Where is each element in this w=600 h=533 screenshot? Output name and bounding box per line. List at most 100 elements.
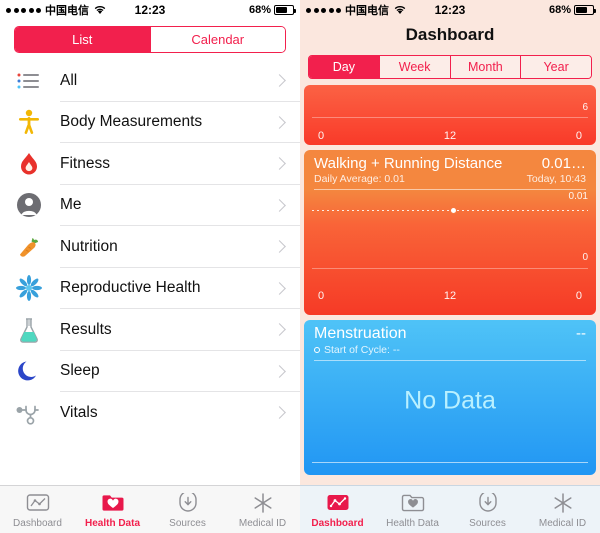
list-item-label: Me [60, 196, 82, 214]
person-silhouette-icon [12, 190, 46, 220]
chevron-right-icon [273, 198, 286, 212]
card-subtitle-wrap: Start of Cycle: -- [314, 344, 586, 356]
chevron-right-icon [273, 364, 286, 378]
tab-label: Sources [169, 517, 206, 529]
list-item-body-measurements[interactable]: Body Measurements [0, 102, 300, 144]
chevron-right-icon [273, 323, 286, 337]
card-walking-running-distance[interactable]: Walking + Running Distance 0.01… Daily A… [304, 150, 596, 315]
card-subtitle: Start of Cycle: -- [324, 344, 400, 356]
tab-label: Dashboard [13, 517, 62, 529]
chevron-right-icon [273, 74, 286, 88]
chart-icon [26, 491, 50, 515]
card-menstruation[interactable]: Menstruation -- Start of Cycle: -- No Da… [304, 320, 596, 475]
axis-line [312, 462, 588, 463]
list-item-results[interactable]: Results [0, 309, 300, 351]
list-calendar-segmented-control[interactable]: List Calendar [14, 26, 286, 53]
card-partial-top[interactable]: 6 0 12 0 [304, 85, 596, 145]
list-item-label: Body Measurements [60, 113, 203, 131]
x-tick-0: 0 [318, 130, 325, 142]
list-item-label: Reproductive Health [60, 279, 201, 297]
segment-calendar[interactable]: Calendar [149, 27, 285, 52]
flame-icon [12, 149, 46, 179]
card-subtitle: Daily Average: 0.01 [314, 173, 405, 185]
battery-status: 68% [548, 4, 596, 16]
tab-health-data[interactable]: Health Data [375, 491, 450, 529]
list-item-label: Vitals [60, 403, 98, 421]
dashboard-cards: 6 0 12 0 Walking + Running Distance 0.01… [300, 85, 600, 475]
wifi-icon [394, 5, 406, 15]
tab-medical-id[interactable]: Medical ID [225, 491, 300, 529]
list-item-fitness[interactable]: Fitness [0, 143, 300, 185]
tab-bar-right: Dashboard Health Data Sources Medical ID [300, 485, 600, 533]
x-tick-1: 12 [443, 130, 457, 142]
cycle-marker-icon [314, 347, 320, 354]
segment-week[interactable]: Week [378, 56, 450, 78]
list-item-reproductive-health[interactable]: Reproductive Health [0, 268, 300, 310]
asterisk-icon [551, 491, 575, 515]
tab-dashboard[interactable]: Dashboard [0, 491, 75, 529]
body-figure-icon [12, 107, 46, 137]
battery-percent-label: 68% [548, 4, 571, 16]
tab-dashboard[interactable]: Dashboard [300, 491, 375, 529]
list-item-label: All [60, 71, 78, 89]
x-tick-2: 0 [575, 290, 582, 302]
segment-day[interactable]: Day [309, 56, 379, 78]
signal-strength-icon [306, 7, 341, 13]
page-title: Dashboard [300, 20, 600, 50]
list-item-vitals[interactable]: Vitals [0, 392, 300, 434]
battery-status: 68% [248, 4, 296, 16]
chevron-right-icon [273, 157, 286, 171]
download-heart-icon [176, 491, 200, 515]
chevron-right-icon [273, 115, 286, 129]
list-calendar-segmented-wrap: List Calendar [0, 20, 300, 60]
list-item-nutrition[interactable]: Nutrition [0, 226, 300, 268]
list-item-label: Nutrition [60, 237, 118, 255]
segment-month[interactable]: Month [449, 56, 521, 78]
x-axis-labels: 0 12 0 [304, 130, 596, 142]
health-categories-list: All Body Measurements Fitness Me Nutriti… [0, 60, 300, 434]
carrot-icon [12, 232, 46, 262]
crescent-moon-icon [12, 356, 46, 386]
card-title: Walking + Running Distance [314, 155, 503, 172]
tab-label: Medical ID [238, 517, 287, 529]
tab-sources[interactable]: Sources [150, 491, 225, 529]
axis-line [312, 117, 588, 118]
tab-sources[interactable]: Sources [450, 491, 525, 529]
segment-year[interactable]: Year [520, 56, 591, 78]
right-screen-dashboard: 中国电信 12:23 68% Dashboard Day Week Month … [300, 0, 600, 533]
chevron-right-icon [273, 406, 286, 420]
dual-screenshot-container: 中国电信 12:23 68% List Calendar All Body Me… [0, 0, 600, 533]
x-tick-2: 0 [575, 130, 582, 142]
x-tick-0: 0 [318, 290, 325, 302]
stethoscope-icon [12, 398, 46, 428]
card-value: -- [576, 325, 586, 342]
list-item-me[interactable]: Me [0, 185, 300, 227]
period-segmented-control[interactable]: Day Week Month Year [308, 55, 592, 79]
list-item-sleep[interactable]: Sleep [0, 351, 300, 393]
tab-medical-id[interactable]: Medical ID [525, 491, 600, 529]
left-screen-health-data: 中国电信 12:23 68% List Calendar All Body Me… [0, 0, 300, 533]
tab-bar-left: Dashboard Health Data Sources Medical ID [0, 485, 300, 533]
battery-icon [274, 5, 296, 15]
axis-line [312, 268, 588, 269]
card-header: Walking + Running Distance 0.01… Daily A… [304, 150, 596, 190]
list-item-all[interactable]: All [0, 60, 300, 102]
chevron-right-icon [273, 281, 286, 295]
tab-label: Health Data [386, 517, 439, 529]
segment-list[interactable]: List [15, 27, 150, 52]
status-bar-left: 中国电信 12:23 68% [0, 0, 300, 20]
folder-heart-icon [401, 491, 425, 515]
tab-health-data[interactable]: Health Data [75, 491, 150, 529]
wifi-icon [94, 5, 106, 15]
tab-label: Health Data [84, 517, 140, 529]
folder-heart-icon [101, 491, 125, 515]
carrier-name: 中国电信 [45, 5, 89, 17]
tab-label: Sources [469, 517, 506, 529]
card-timestamp: Today, 10:43 [526, 173, 586, 185]
card-title: Menstruation [314, 325, 407, 342]
list-item-label: Sleep [60, 362, 100, 380]
battery-percent-label: 68% [248, 4, 271, 16]
card-value: 0.01… [541, 155, 586, 172]
signal-strength-icon [6, 7, 41, 13]
period-segmented-wrap: Day Week Month Year [300, 50, 600, 85]
